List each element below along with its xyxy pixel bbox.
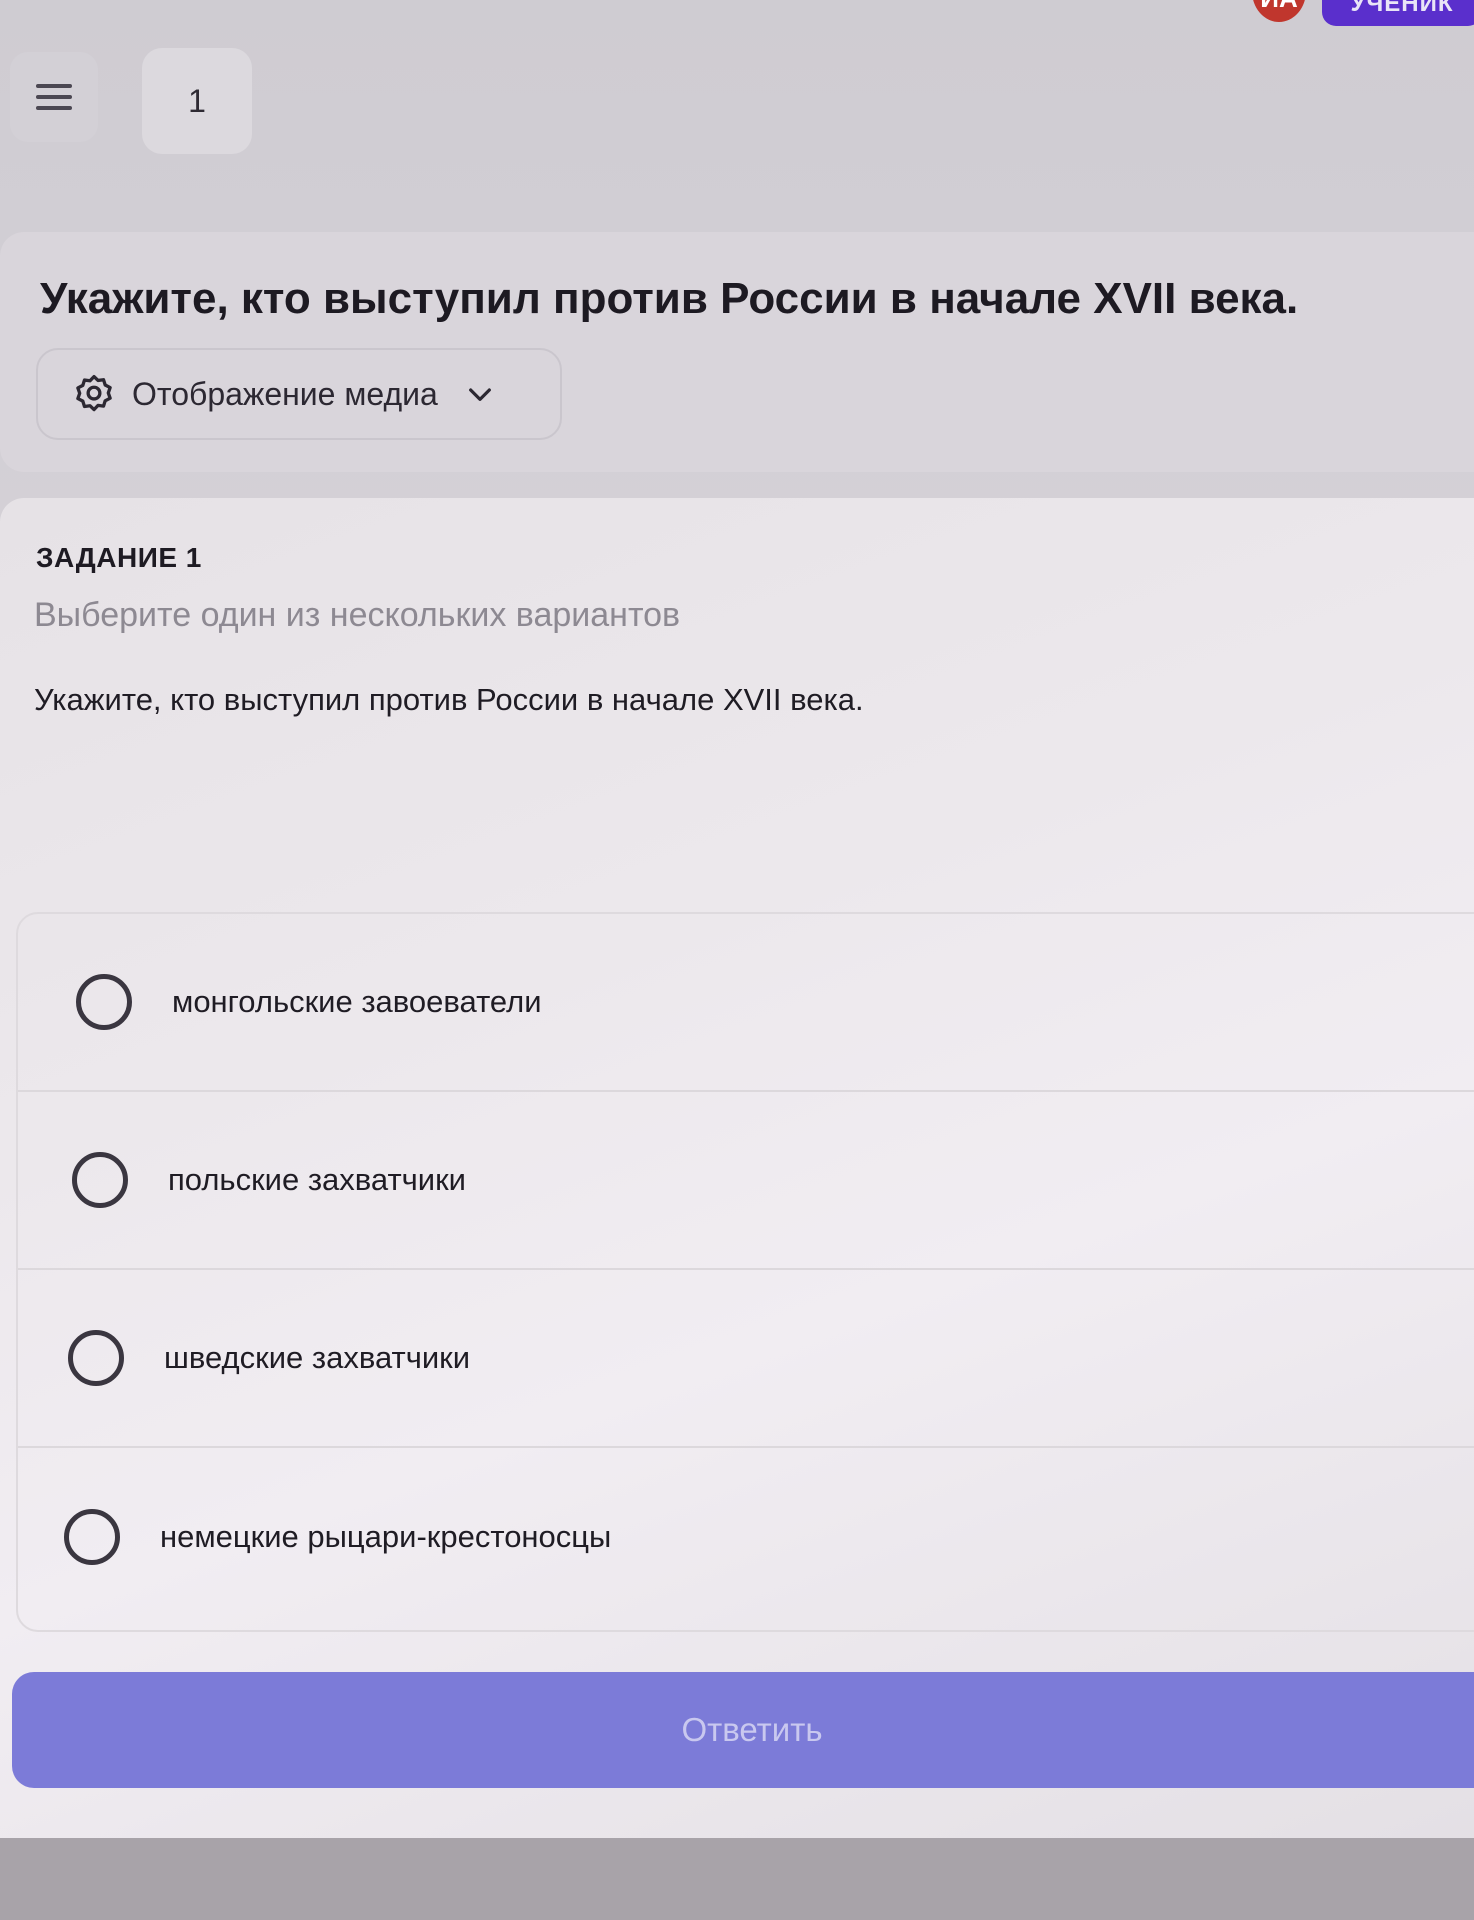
avatar[interactable]: ИА: [1252, 0, 1306, 22]
answer-option[interactable]: шведские захватчики: [18, 1270, 1474, 1448]
answer-option[interactable]: польские захватчики: [18, 1092, 1474, 1270]
task-question: Укажите, кто выступил против России в на…: [34, 682, 864, 717]
radio-button[interactable]: [64, 1509, 120, 1565]
answer-options: монгольские завоеватели польские захватч…: [16, 912, 1474, 1632]
answer-option-label: немецкие рыцари-крестоносцы: [160, 1519, 612, 1554]
task-number: ЗАДАНИЕ 1: [36, 542, 202, 573]
task-card: ЗАДАНИЕ 1 Выберите один из нескольких ва…: [0, 498, 1474, 1838]
media-display-dropdown[interactable]: Отображение медиа: [36, 348, 562, 440]
chevron-down-icon: [468, 388, 491, 401]
role-badge: УЧЕНИК: [1322, 0, 1474, 26]
answer-option-label: монгольские завоеватели: [172, 984, 542, 1019]
submit-button[interactable]: Ответить: [12, 1672, 1474, 1788]
answer-option[interactable]: немецкие рыцари-крестоносцы: [18, 1448, 1474, 1626]
task-hint: Выберите один из нескольких вариантов: [34, 596, 681, 634]
radio-button[interactable]: [68, 1330, 124, 1386]
gear-icon: [76, 374, 112, 412]
page-title: Укажите, кто выступил против России в на…: [40, 274, 1299, 323]
radio-button[interactable]: [72, 1152, 128, 1208]
menu-button[interactable]: [10, 52, 98, 142]
app-page: 1 ИА УЧЕНИК Укажите, кто выступил против…: [0, 0, 1474, 1920]
menu-icon: [36, 84, 72, 110]
bottom-area: [0, 1838, 1474, 1920]
media-display-label: Отображение медиа: [132, 375, 438, 412]
top-bar: 1 ИА УЧЕНИК: [0, 0, 1474, 210]
title-card: Укажите, кто выступил против России в на…: [0, 232, 1474, 472]
page-number-button[interactable]: 1: [142, 48, 252, 154]
answer-option-label: шведские захватчики: [164, 1340, 471, 1375]
answer-option[interactable]: монгольские завоеватели: [18, 914, 1474, 1092]
radio-button[interactable]: [76, 974, 132, 1030]
answer-option-label: польские захватчики: [168, 1162, 466, 1197]
